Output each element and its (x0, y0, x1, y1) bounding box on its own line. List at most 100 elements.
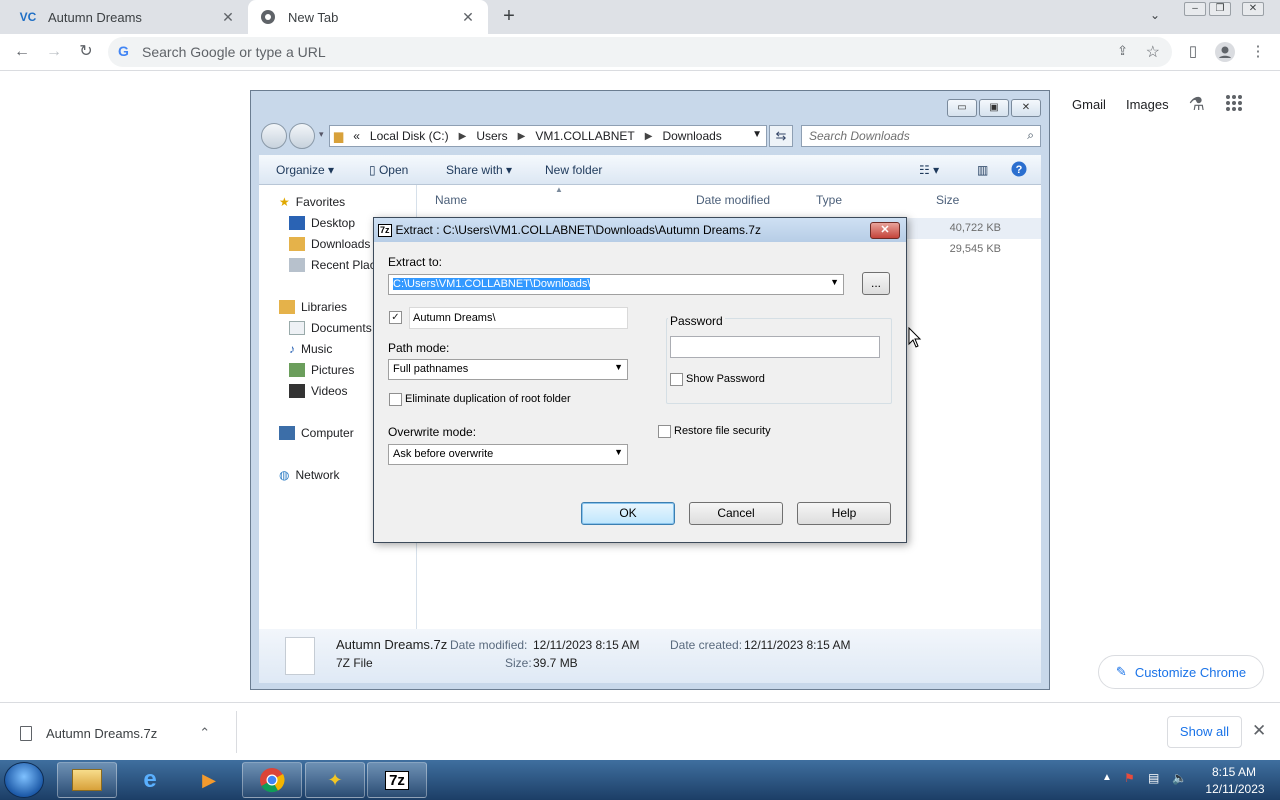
show-password-label[interactable]: Show Password (686, 373, 765, 385)
column-date-modified[interactable]: Date modified (696, 193, 770, 207)
7zip-taskbar-icon[interactable]: 7z (367, 762, 427, 798)
apps-grid-icon[interactable] (1225, 94, 1243, 115)
nav-downloads[interactable]: Downloads (289, 237, 370, 251)
close-download-bar-icon[interactable]: ✕ (1252, 721, 1266, 741)
clock-time[interactable]: 8:15 AM (1208, 765, 1260, 779)
explorer-maximize-button[interactable]: ▣ (979, 99, 1009, 117)
file-explorer-taskbar-icon[interactable] (57, 762, 117, 798)
nav-pictures[interactable]: Pictures (289, 363, 354, 377)
minimize-button[interactable]: – (1184, 2, 1206, 16)
subfolder-checkbox[interactable]: ✓ (389, 311, 402, 324)
bookmark-star-icon[interactable]: ☆ (1146, 42, 1160, 62)
ok-button[interactable]: OK (581, 502, 675, 525)
breadcrumb-local-disk[interactable]: Local Disk (C:) (370, 129, 449, 143)
profile-avatar-icon[interactable] (1213, 40, 1237, 64)
restore-button[interactable]: ❐ (1209, 2, 1231, 16)
share-icon[interactable]: ⇪ (1117, 43, 1128, 59)
restore-security-checkbox[interactable] (658, 425, 671, 438)
action-center-flag-icon[interactable]: ⚑ (1124, 771, 1135, 785)
browse-button[interactable]: ... (862, 272, 890, 295)
column-size[interactable]: Size (936, 193, 959, 207)
refresh-icon[interactable]: ⇆ (769, 125, 793, 147)
clock-date[interactable]: 12/11/2023 (1200, 782, 1270, 796)
view-options-icon[interactable]: ☷ ▾ (919, 163, 939, 177)
breadcrumb-separator-icon[interactable]: ▶ (645, 131, 653, 142)
restore-security-label[interactable]: Restore file security (674, 425, 771, 437)
bee-app-taskbar-icon[interactable]: ✦ (305, 762, 365, 798)
network-tray-icon[interactable]: ▤ (1148, 771, 1159, 785)
help-button[interactable]: Help (797, 502, 891, 525)
eliminate-duplication-checkbox[interactable] (389, 393, 402, 406)
column-name[interactable]: Name (435, 193, 467, 207)
chrome-menu-icon[interactable]: ⋮ (1246, 40, 1270, 64)
download-item[interactable]: Autumn Dreams.7z ⌃ (20, 725, 210, 741)
password-label: Password (668, 314, 725, 328)
column-type[interactable]: Type (816, 193, 842, 207)
volume-muted-icon[interactable]: 🔈 (1172, 771, 1187, 785)
breadcrumb-separator-icon[interactable]: ▶ (459, 131, 467, 142)
dropdown-arrow-icon[interactable]: ▼ (614, 447, 623, 457)
breadcrumb-vm1[interactable]: VM1.COLLABNET (535, 129, 634, 143)
show-all-button[interactable]: Show all (1167, 716, 1242, 748)
path-mode-select[interactable]: Full pathnames ▼ (388, 359, 628, 380)
tab-search-chevron-icon[interactable]: ⌄ (1150, 8, 1160, 22)
dropdown-arrow-icon[interactable]: ▼ (614, 362, 623, 372)
overwrite-mode-select[interactable]: Ask before overwrite ▼ (388, 444, 628, 465)
breadcrumb-overflow[interactable]: « (353, 129, 360, 143)
chrome-taskbar-icon[interactable] (242, 762, 302, 798)
preview-pane-icon[interactable]: ▥ (977, 163, 988, 177)
explorer-minimize-button[interactable]: ▭ (947, 99, 977, 117)
help-icon[interactable]: ? (1011, 161, 1027, 180)
address-bar[interactable]: ▆ « Local Disk (C:) ▶ Users ▶ VM1.COLLAB… (329, 125, 767, 147)
nav-favorites[interactable]: ★ Favorites (279, 195, 345, 209)
media-player-taskbar-icon[interactable]: ▶ (179, 762, 239, 798)
breadcrumb-downloads[interactable]: Downloads (662, 129, 721, 143)
address-dropdown-icon[interactable]: ▼ (752, 129, 762, 140)
close-tab-icon[interactable]: ✕ (220, 9, 236, 26)
tab-autumn-dreams[interactable]: VC Autumn Dreams ✕ (8, 0, 248, 34)
nav-music[interactable]: ♪ Music (289, 342, 332, 356)
reload-icon[interactable]: ↻ (74, 40, 98, 64)
new-tab-button[interactable]: + (498, 6, 520, 28)
new-folder-button[interactable]: New folder (545, 163, 602, 177)
nav-libraries[interactable]: Libraries (279, 300, 347, 314)
nav-network[interactable]: ◍ Network (279, 468, 340, 482)
internet-explorer-taskbar-icon[interactable]: e (120, 762, 180, 798)
breadcrumb-separator-icon[interactable]: ▶ (518, 131, 526, 142)
show-password-checkbox[interactable] (670, 373, 683, 386)
gmail-link[interactable]: Gmail (1072, 97, 1106, 112)
explorer-back-button[interactable] (261, 123, 287, 149)
nav-documents[interactable]: Documents (289, 321, 372, 335)
dialog-close-button[interactable]: ✕ (870, 222, 900, 239)
organize-button[interactable]: Organize ▾ (276, 163, 334, 177)
images-link[interactable]: Images (1126, 97, 1169, 112)
tab-new-tab[interactable]: New Tab ✕ (248, 0, 488, 34)
start-button[interactable] (4, 762, 44, 798)
dropdown-arrow-icon[interactable]: ▼ (830, 277, 839, 287)
back-arrow-icon[interactable]: ← (10, 40, 34, 64)
password-input[interactable] (670, 336, 880, 358)
search-downloads-input[interactable]: Search Downloads ⌕ (801, 125, 1041, 147)
subfolder-input[interactable]: Autumn Dreams\ (409, 307, 628, 329)
close-tab-icon[interactable]: ✕ (460, 9, 476, 26)
extract-to-combo[interactable]: C:\Users\VM1.COLLABNET\Downloads\ ▼ (388, 274, 844, 295)
chevron-up-icon[interactable]: ⌃ (199, 725, 210, 741)
share-with-button[interactable]: Share with ▾ (446, 163, 512, 177)
forward-arrow-icon[interactable]: → (42, 40, 66, 64)
show-hidden-icons-chevron-icon[interactable]: ▲ (1102, 772, 1112, 783)
open-button[interactable]: ▯ Open (369, 163, 408, 177)
explorer-close-button[interactable]: ✕ (1011, 99, 1041, 117)
nav-desktop[interactable]: Desktop (289, 216, 355, 230)
explorer-forward-button[interactable] (289, 123, 315, 149)
close-window-button[interactable]: ✕ (1242, 2, 1264, 16)
labs-flask-icon[interactable]: ⚗ (1189, 94, 1205, 115)
cancel-button[interactable]: Cancel (689, 502, 783, 525)
side-panel-icon[interactable]: ▯ (1181, 40, 1205, 64)
customize-chrome-button[interactable]: ✎ Customize Chrome (1098, 655, 1264, 689)
recent-pages-chevron-icon[interactable]: ▾ (319, 129, 324, 140)
breadcrumb-users[interactable]: Users (476, 129, 507, 143)
eliminate-duplication-label[interactable]: Eliminate duplication of root folder (405, 393, 571, 405)
nav-computer[interactable]: Computer (279, 426, 354, 440)
omnibox[interactable]: G Search Google or type a URL ⇪ ☆ (108, 37, 1172, 67)
nav-videos[interactable]: Videos (289, 384, 347, 398)
